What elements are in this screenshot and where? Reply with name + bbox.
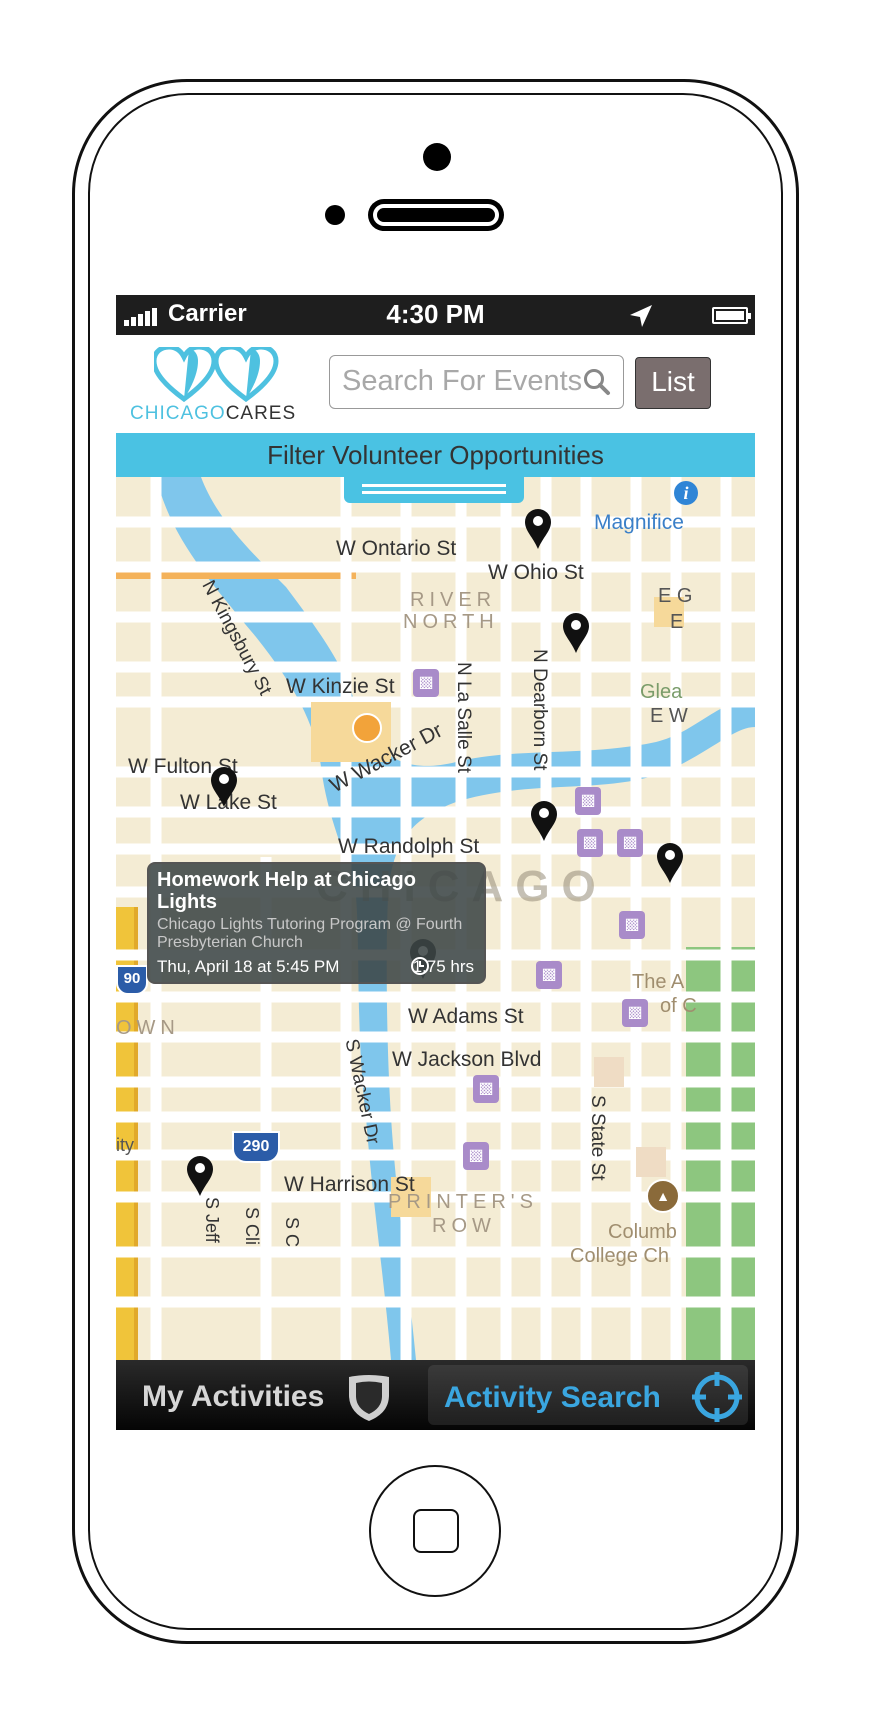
train-icon: ▩ [463, 1142, 489, 1170]
info-icon[interactable]: i [674, 481, 698, 505]
sensor-icon [325, 205, 345, 225]
tab-my-activities-label: My Activities [142, 1380, 325, 1413]
location-arrow-icon [630, 305, 652, 327]
status-bar: Carrier 4:30 PM [116, 295, 755, 335]
list-button[interactable]: List [635, 357, 711, 409]
shield-icon [349, 1375, 389, 1421]
street-label: S Cli [242, 1207, 262, 1246]
place-label: College Ch [570, 1245, 669, 1267]
street-label: W Jackson Blvd [392, 1048, 542, 1071]
battery-icon [712, 307, 751, 324]
place-label: E W [650, 705, 688, 727]
graduation-cap-icon: ▲ [646, 1179, 680, 1213]
tab-bar: My Activities Activity Search [116, 1360, 755, 1430]
street-label: S C [282, 1217, 302, 1248]
street-label: W Kinzie St [286, 675, 395, 698]
place-label: E G [658, 585, 693, 607]
tab-activity-search-label: Activity Search [444, 1381, 661, 1414]
neighborhood-label: ROW [432, 1215, 496, 1237]
search-icon[interactable] [581, 366, 613, 398]
street-label: N La Salle St [453, 662, 474, 773]
train-icon: ▩ [536, 961, 562, 989]
train-icon: ▩ [622, 999, 648, 1027]
status-time: 4:30 PM [386, 299, 485, 329]
place-label: ity [116, 1135, 134, 1155]
event-subtitle: Chicago Lights Tutoring Program @ Fourth… [157, 916, 463, 951]
place-label: of C [660, 995, 697, 1017]
place-label: The A [632, 971, 685, 993]
place-label: Columb [608, 1221, 677, 1243]
street-label: S Jeff [202, 1197, 222, 1243]
search-input[interactable] [342, 364, 582, 398]
street-label: W Randolph St [338, 835, 480, 858]
screen: Carrier 4:30 PM CHICAGOCARES List [116, 295, 755, 1430]
neighborhood-label: RIVER [410, 589, 497, 611]
map-pin-icon[interactable] [187, 1156, 213, 1196]
camera-icon [423, 143, 451, 171]
shopping-bag-icon [352, 713, 382, 743]
event-date: Thu, April 18 at 5:45 PM [157, 957, 340, 976]
app-header: CHICAGOCARES List [116, 335, 755, 433]
crosshair-icon [692, 1372, 742, 1422]
street-label: W Ontario St [336, 537, 457, 560]
home-square-icon [413, 1509, 459, 1553]
speaker-grille [368, 199, 504, 231]
interstate-shield-icon: 290 [232, 1131, 280, 1163]
search-box[interactable] [329, 355, 624, 409]
train-icon: ▩ [577, 829, 603, 857]
map-pin-icon[interactable] [657, 843, 683, 883]
map-pin-icon[interactable] [563, 613, 589, 653]
place-label: Glea [640, 681, 683, 703]
train-icon: ▩ [473, 1075, 499, 1103]
place-label: Magnifice [594, 511, 684, 534]
logo-hearts-icon [154, 347, 279, 402]
neighborhood-label: PRINTER'S [388, 1191, 538, 1213]
filter-bar[interactable]: Filter Volunteer Opportunities [116, 433, 755, 477]
street-label: W Ohio St [488, 561, 584, 584]
event-popup[interactable]: Homework Help at Chicago Lights Chicago … [147, 862, 486, 984]
map-pin-icon[interactable] [525, 509, 551, 549]
train-icon: ▩ [617, 829, 643, 857]
street-label: W Adams St [408, 1005, 524, 1028]
tab-activity-search[interactable]: Activity Search [428, 1365, 748, 1425]
filter-handle-icon[interactable] [344, 477, 524, 503]
train-icon: ▩ [575, 787, 601, 815]
neighborhood-label: NORTH [403, 611, 499, 633]
map-pin-icon[interactable] [531, 801, 557, 841]
event-title: Homework Help at Chicago Lights [157, 869, 416, 913]
street-label: S State St [587, 1095, 608, 1181]
street-label: N Dearborn St [529, 649, 550, 771]
train-icon: ▩ [619, 911, 645, 939]
map-pin-icon[interactable] [211, 767, 237, 807]
interstate-shield-icon: 90 [116, 965, 148, 995]
tab-my-activities[interactable]: My Activities [116, 1360, 416, 1430]
map-view[interactable]: W Ontario St W Ohio St N Kingsbury St W … [116, 477, 755, 1360]
event-duration: 1.75 hrs [412, 957, 474, 976]
logo-wordmark: CHICAGOCARES [130, 403, 297, 424]
place-label: E [670, 611, 684, 633]
train-icon: ▩ [413, 669, 439, 697]
neighborhood-label: OWN [116, 1017, 180, 1039]
